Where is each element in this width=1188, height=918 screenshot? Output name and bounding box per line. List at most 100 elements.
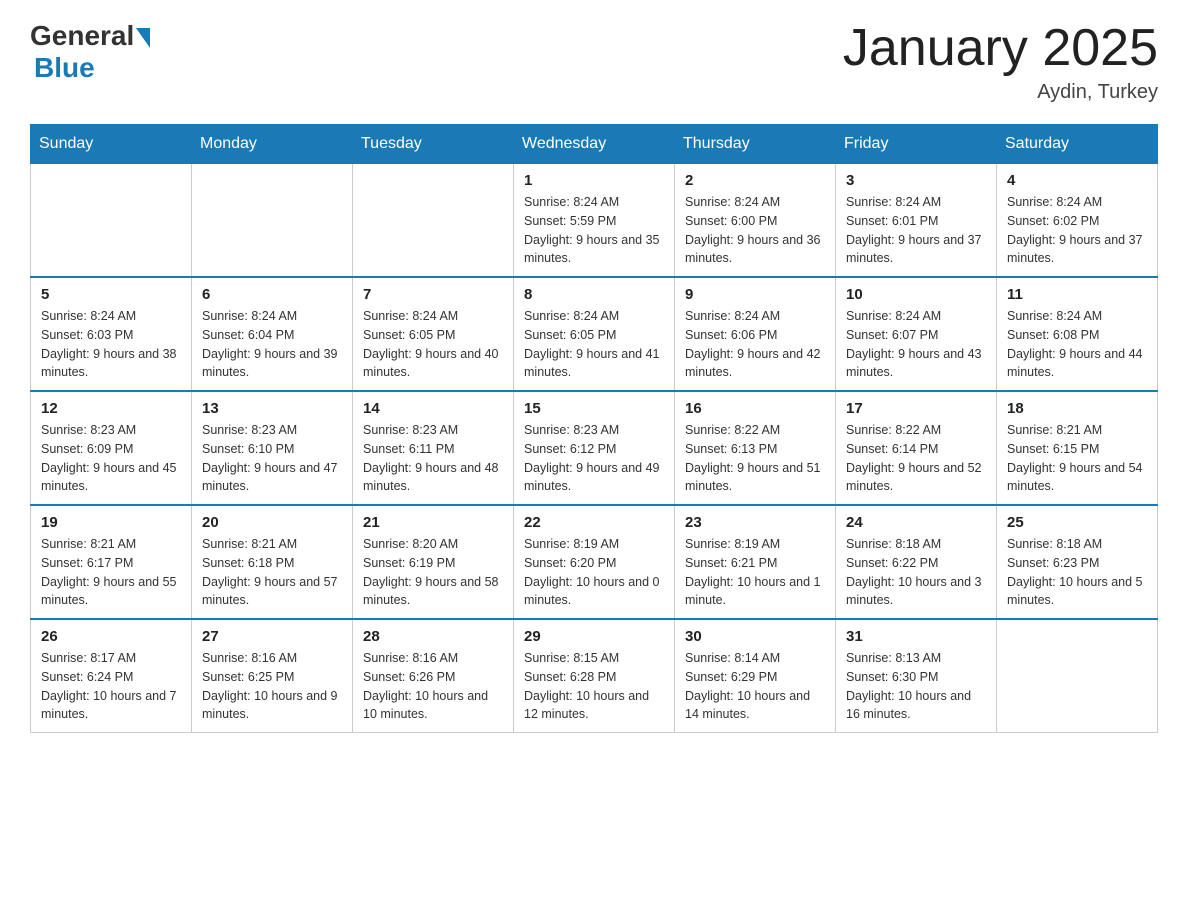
calendar-cell: 11 Sunrise: 8:24 AM Sunset: 6:08 PM Dayli… <box>997 277 1158 391</box>
day-info: Sunrise: 8:14 AM Sunset: 6:29 PM Dayligh… <box>685 649 825 724</box>
calendar-cell: 13 Sunrise: 8:23 AM Sunset: 6:10 PM Dayli… <box>192 391 353 505</box>
day-number: 22 <box>524 514 664 531</box>
calendar-header-row: SundayMondayTuesdayWednesdayThursdayFrid… <box>31 125 1158 164</box>
calendar-cell: 16 Sunrise: 8:22 AM Sunset: 6:13 PM Dayli… <box>675 391 836 505</box>
day-info: Sunrise: 8:24 AM Sunset: 6:01 PM Dayligh… <box>846 193 986 268</box>
column-header-wednesday: Wednesday <box>514 125 675 164</box>
calendar-cell: 9Sunrise: 8:24 AM Sunset: 6:06 PM Daylig… <box>675 277 836 391</box>
calendar-week-row: 26 Sunrise: 8:17 AM Sunset: 6:24 PM Dayli… <box>31 619 1158 733</box>
day-number: 12 <box>41 400 181 417</box>
day-info: Sunrise: 8:23 AM Sunset: 6:12 PM Dayligh… <box>524 421 664 496</box>
calendar-cell: 28 Sunrise: 8:16 AM Sunset: 6:26 PM Dayli… <box>353 619 514 733</box>
calendar-cell: 29Sunrise: 8:15 AM Sunset: 6:28 PM Dayli… <box>514 619 675 733</box>
calendar-cell: 4 Sunrise: 8:24 AM Sunset: 6:02 PM Daylig… <box>997 164 1158 278</box>
day-number: 16 <box>685 400 825 417</box>
day-info: Sunrise: 8:19 AM Sunset: 6:21 PM Dayligh… <box>685 535 825 610</box>
day-info: Sunrise: 8:23 AM Sunset: 6:09 PM Dayligh… <box>41 421 181 496</box>
day-number: 8 <box>524 286 664 303</box>
day-number: 24 <box>846 514 986 531</box>
day-info: Sunrise: 8:21 AM Sunset: 6:15 PM Dayligh… <box>1007 421 1147 496</box>
calendar-cell: 8Sunrise: 8:24 AM Sunset: 6:05 PM Daylig… <box>514 277 675 391</box>
calendar-cell: 6Sunrise: 8:24 AM Sunset: 6:04 PM Daylig… <box>192 277 353 391</box>
day-info: Sunrise: 8:24 AM Sunset: 6:00 PM Dayligh… <box>685 193 825 268</box>
logo-triangle-icon <box>136 28 150 48</box>
column-header-friday: Friday <box>836 125 997 164</box>
day-info: Sunrise: 8:20 AM Sunset: 6:19 PM Dayligh… <box>363 535 503 610</box>
calendar-week-row: 1Sunrise: 8:24 AM Sunset: 5:59 PM Daylig… <box>31 164 1158 278</box>
logo-blue-text: Blue <box>34 52 95 84</box>
day-number: 18 <box>1007 400 1147 417</box>
page-header: General Blue January 2025 Aydin, Turkey <box>30 20 1158 104</box>
column-header-monday: Monday <box>192 125 353 164</box>
column-header-saturday: Saturday <box>997 125 1158 164</box>
calendar-cell: 18 Sunrise: 8:21 AM Sunset: 6:15 PM Dayli… <box>997 391 1158 505</box>
day-number: 28 <box>363 628 503 645</box>
column-header-tuesday: Tuesday <box>353 125 514 164</box>
day-info: Sunrise: 8:17 AM Sunset: 6:24 PM Dayligh… <box>41 649 181 724</box>
logo-general-text: General <box>30 20 134 52</box>
logo: General Blue <box>30 20 150 84</box>
day-number: 15 <box>524 400 664 417</box>
day-info: Sunrise: 8:18 AM Sunset: 6:23 PM Dayligh… <box>1007 535 1147 610</box>
calendar-cell: 3Sunrise: 8:24 AM Sunset: 6:01 PM Daylig… <box>836 164 997 278</box>
calendar-cell: 30 Sunrise: 8:14 AM Sunset: 6:29 PM Dayli… <box>675 619 836 733</box>
day-info: Sunrise: 8:24 AM Sunset: 6:02 PM Dayligh… <box>1007 193 1147 268</box>
day-number: 31 <box>846 628 986 645</box>
calendar-cell: 26 Sunrise: 8:17 AM Sunset: 6:24 PM Dayli… <box>31 619 192 733</box>
calendar-cell: 1Sunrise: 8:24 AM Sunset: 5:59 PM Daylig… <box>514 164 675 278</box>
column-header-sunday: Sunday <box>31 125 192 164</box>
calendar-cell: 17 Sunrise: 8:22 AM Sunset: 6:14 PM Dayli… <box>836 391 997 505</box>
day-number: 26 <box>41 628 181 645</box>
day-info: Sunrise: 8:19 AM Sunset: 6:20 PM Dayligh… <box>524 535 664 610</box>
calendar-week-row: 12 Sunrise: 8:23 AM Sunset: 6:09 PM Dayli… <box>31 391 1158 505</box>
day-number: 5 <box>41 286 181 303</box>
calendar-table: SundayMondayTuesdayWednesdayThursdayFrid… <box>30 124 1158 733</box>
calendar-cell: 12 Sunrise: 8:23 AM Sunset: 6:09 PM Dayli… <box>31 391 192 505</box>
calendar-cell <box>192 164 353 278</box>
day-number: 10 <box>846 286 986 303</box>
day-info: Sunrise: 8:24 AM Sunset: 6:04 PM Dayligh… <box>202 307 342 382</box>
day-info: Sunrise: 8:24 AM Sunset: 6:05 PM Dayligh… <box>363 307 503 382</box>
day-number: 17 <box>846 400 986 417</box>
calendar-cell: 31 Sunrise: 8:13 AM Sunset: 6:30 PM Dayli… <box>836 619 997 733</box>
day-number: 30 <box>685 628 825 645</box>
month-title: January 2025 <box>843 20 1158 77</box>
calendar-cell <box>353 164 514 278</box>
calendar-cell: 25Sunrise: 8:18 AM Sunset: 6:23 PM Dayli… <box>997 505 1158 619</box>
day-info: Sunrise: 8:22 AM Sunset: 6:14 PM Dayligh… <box>846 421 986 496</box>
calendar-cell: 10 Sunrise: 8:24 AM Sunset: 6:07 PM Dayli… <box>836 277 997 391</box>
day-number: 2 <box>685 172 825 189</box>
day-number: 11 <box>1007 286 1147 303</box>
day-number: 4 <box>1007 172 1147 189</box>
day-info: Sunrise: 8:24 AM Sunset: 6:08 PM Dayligh… <box>1007 307 1147 382</box>
calendar-cell: 7 Sunrise: 8:24 AM Sunset: 6:05 PM Daylig… <box>353 277 514 391</box>
day-number: 23 <box>685 514 825 531</box>
calendar-week-row: 5 Sunrise: 8:24 AM Sunset: 6:03 PM Daylig… <box>31 277 1158 391</box>
calendar-cell: 20Sunrise: 8:21 AM Sunset: 6:18 PM Dayli… <box>192 505 353 619</box>
calendar-cell: 24 Sunrise: 8:18 AM Sunset: 6:22 PM Dayli… <box>836 505 997 619</box>
day-number: 13 <box>202 400 342 417</box>
calendar-cell: 23 Sunrise: 8:19 AM Sunset: 6:21 PM Dayli… <box>675 505 836 619</box>
day-number: 14 <box>363 400 503 417</box>
title-section: January 2025 Aydin, Turkey <box>843 20 1158 104</box>
day-number: 21 <box>363 514 503 531</box>
day-info: Sunrise: 8:18 AM Sunset: 6:22 PM Dayligh… <box>846 535 986 610</box>
day-info: Sunrise: 8:24 AM Sunset: 6:03 PM Dayligh… <box>41 307 181 382</box>
day-info: Sunrise: 8:24 AM Sunset: 6:07 PM Dayligh… <box>846 307 986 382</box>
day-number: 7 <box>363 286 503 303</box>
day-info: Sunrise: 8:21 AM Sunset: 6:18 PM Dayligh… <box>202 535 342 610</box>
day-info: Sunrise: 8:13 AM Sunset: 6:30 PM Dayligh… <box>846 649 986 724</box>
day-number: 27 <box>202 628 342 645</box>
day-info: Sunrise: 8:23 AM Sunset: 6:10 PM Dayligh… <box>202 421 342 496</box>
calendar-cell: 22 Sunrise: 8:19 AM Sunset: 6:20 PM Dayli… <box>514 505 675 619</box>
day-info: Sunrise: 8:22 AM Sunset: 6:13 PM Dayligh… <box>685 421 825 496</box>
day-info: Sunrise: 8:24 AM Sunset: 5:59 PM Dayligh… <box>524 193 664 268</box>
day-info: Sunrise: 8:15 AM Sunset: 6:28 PM Dayligh… <box>524 649 664 724</box>
calendar-cell: 2 Sunrise: 8:24 AM Sunset: 6:00 PM Daylig… <box>675 164 836 278</box>
day-info: Sunrise: 8:16 AM Sunset: 6:26 PM Dayligh… <box>363 649 503 724</box>
column-header-thursday: Thursday <box>675 125 836 164</box>
calendar-week-row: 19Sunrise: 8:21 AM Sunset: 6:17 PM Dayli… <box>31 505 1158 619</box>
calendar-cell: 21 Sunrise: 8:20 AM Sunset: 6:19 PM Dayli… <box>353 505 514 619</box>
calendar-cell: 19Sunrise: 8:21 AM Sunset: 6:17 PM Dayli… <box>31 505 192 619</box>
day-number: 9 <box>685 286 825 303</box>
